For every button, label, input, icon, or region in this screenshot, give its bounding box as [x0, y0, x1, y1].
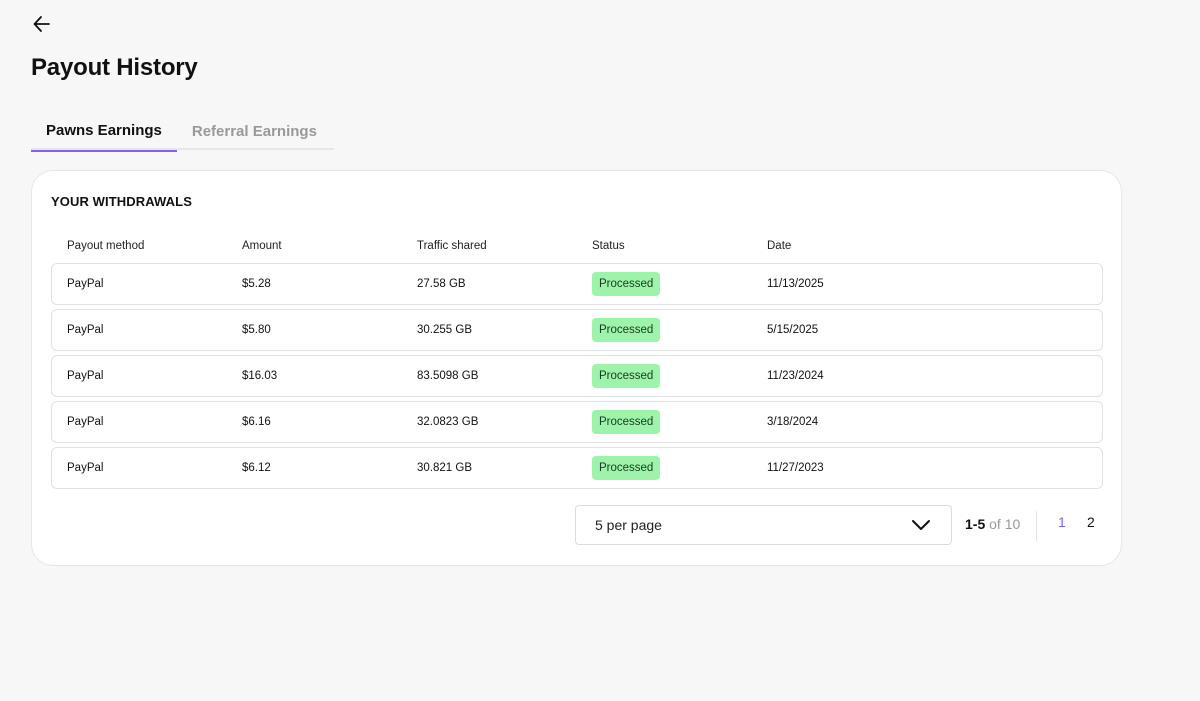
earnings-tabs: Pawns Earnings Referral Earnings	[31, 112, 334, 152]
column-header-amount: Amount	[242, 240, 282, 252]
status-badge: Processed	[592, 318, 661, 342]
date-cell: 11/23/2024	[767, 370, 824, 382]
pagination-total: 10	[1004, 516, 1021, 532]
status-cell: Processed	[592, 264, 661, 304]
date-cell: 11/27/2023	[767, 462, 824, 474]
amount-cell: $16.03	[242, 370, 278, 382]
column-header-status: Status	[592, 240, 625, 252]
pagination-divider	[1036, 511, 1037, 541]
back-button[interactable]	[28, 10, 56, 38]
status-cell: Processed	[592, 310, 661, 350]
pagination-of-label: of	[989, 516, 1001, 532]
table-header: Payout method Amount Traffic shared Stat…	[52, 240, 1103, 256]
amount-cell: $6.16	[242, 416, 271, 428]
page-title: Payout History	[31, 54, 198, 81]
arrow-left-icon	[33, 16, 50, 32]
status-badge: Processed	[592, 364, 661, 388]
table-row: PayPal $16.03 83.5098 GB Processed 11/23…	[51, 355, 1103, 397]
column-header-traffic-shared: Traffic shared	[417, 240, 487, 252]
status-cell: Processed	[592, 356, 661, 396]
pagination-range-value: 1-5	[965, 516, 986, 532]
payout-method-cell: PayPal	[67, 462, 104, 474]
payout-method-cell: PayPal	[67, 278, 104, 290]
tab-referral-earnings[interactable]: Referral Earnings	[177, 112, 332, 150]
amount-cell: $5.80	[242, 324, 271, 336]
date-cell: 3/18/2024	[767, 416, 819, 428]
pagination-range: 1-5 of 10	[965, 516, 1020, 532]
column-header-date: Date	[767, 240, 792, 252]
withdrawals-card: YOUR WITHDRAWALS Payout method Amount Tr…	[31, 170, 1122, 566]
per-page-value: 5 per page	[595, 517, 662, 533]
date-cell: 11/13/2025	[767, 278, 824, 290]
status-badge: Processed	[592, 410, 661, 434]
page-button-1[interactable]: 1	[1058, 514, 1066, 530]
traffic-cell: 30.821 GB	[417, 462, 472, 474]
status-badge: Processed	[592, 272, 661, 296]
per-page-select[interactable]: 5 per page	[575, 505, 952, 545]
payout-method-cell: PayPal	[67, 416, 104, 428]
date-cell: 5/15/2025	[767, 324, 819, 336]
table-row: PayPal $6.12 30.821 GB Processed 11/27/2…	[51, 447, 1103, 489]
status-badge: Processed	[592, 456, 661, 480]
payout-method-cell: PayPal	[67, 324, 104, 336]
traffic-cell: 83.5098 GB	[417, 370, 479, 382]
tab-pawns-earnings[interactable]: Pawns Earnings	[31, 112, 177, 152]
amount-cell: $5.28	[242, 278, 271, 290]
chevron-down-icon	[912, 520, 930, 530]
status-cell: Processed	[592, 402, 661, 442]
traffic-cell: 32.0823 GB	[417, 416, 479, 428]
table-row: PayPal $5.80 30.255 GB Processed 5/15/20…	[51, 309, 1103, 351]
payout-method-cell: PayPal	[67, 370, 104, 382]
status-cell: Processed	[592, 448, 661, 488]
traffic-cell: 27.58 GB	[417, 278, 466, 290]
page-button-2[interactable]: 2	[1087, 514, 1095, 530]
table-row: PayPal $5.28 27.58 GB Processed 11/13/20…	[51, 263, 1103, 305]
table-row: PayPal $6.16 32.0823 GB Processed 3/18/2…	[51, 401, 1103, 443]
withdrawals-table: PayPal $5.28 27.58 GB Processed 11/13/20…	[51, 263, 1103, 493]
amount-cell: $6.12	[242, 462, 271, 474]
withdrawals-title: YOUR WITHDRAWALS	[51, 194, 192, 209]
column-header-payout-method: Payout method	[67, 240, 145, 252]
traffic-cell: 30.255 GB	[417, 324, 472, 336]
